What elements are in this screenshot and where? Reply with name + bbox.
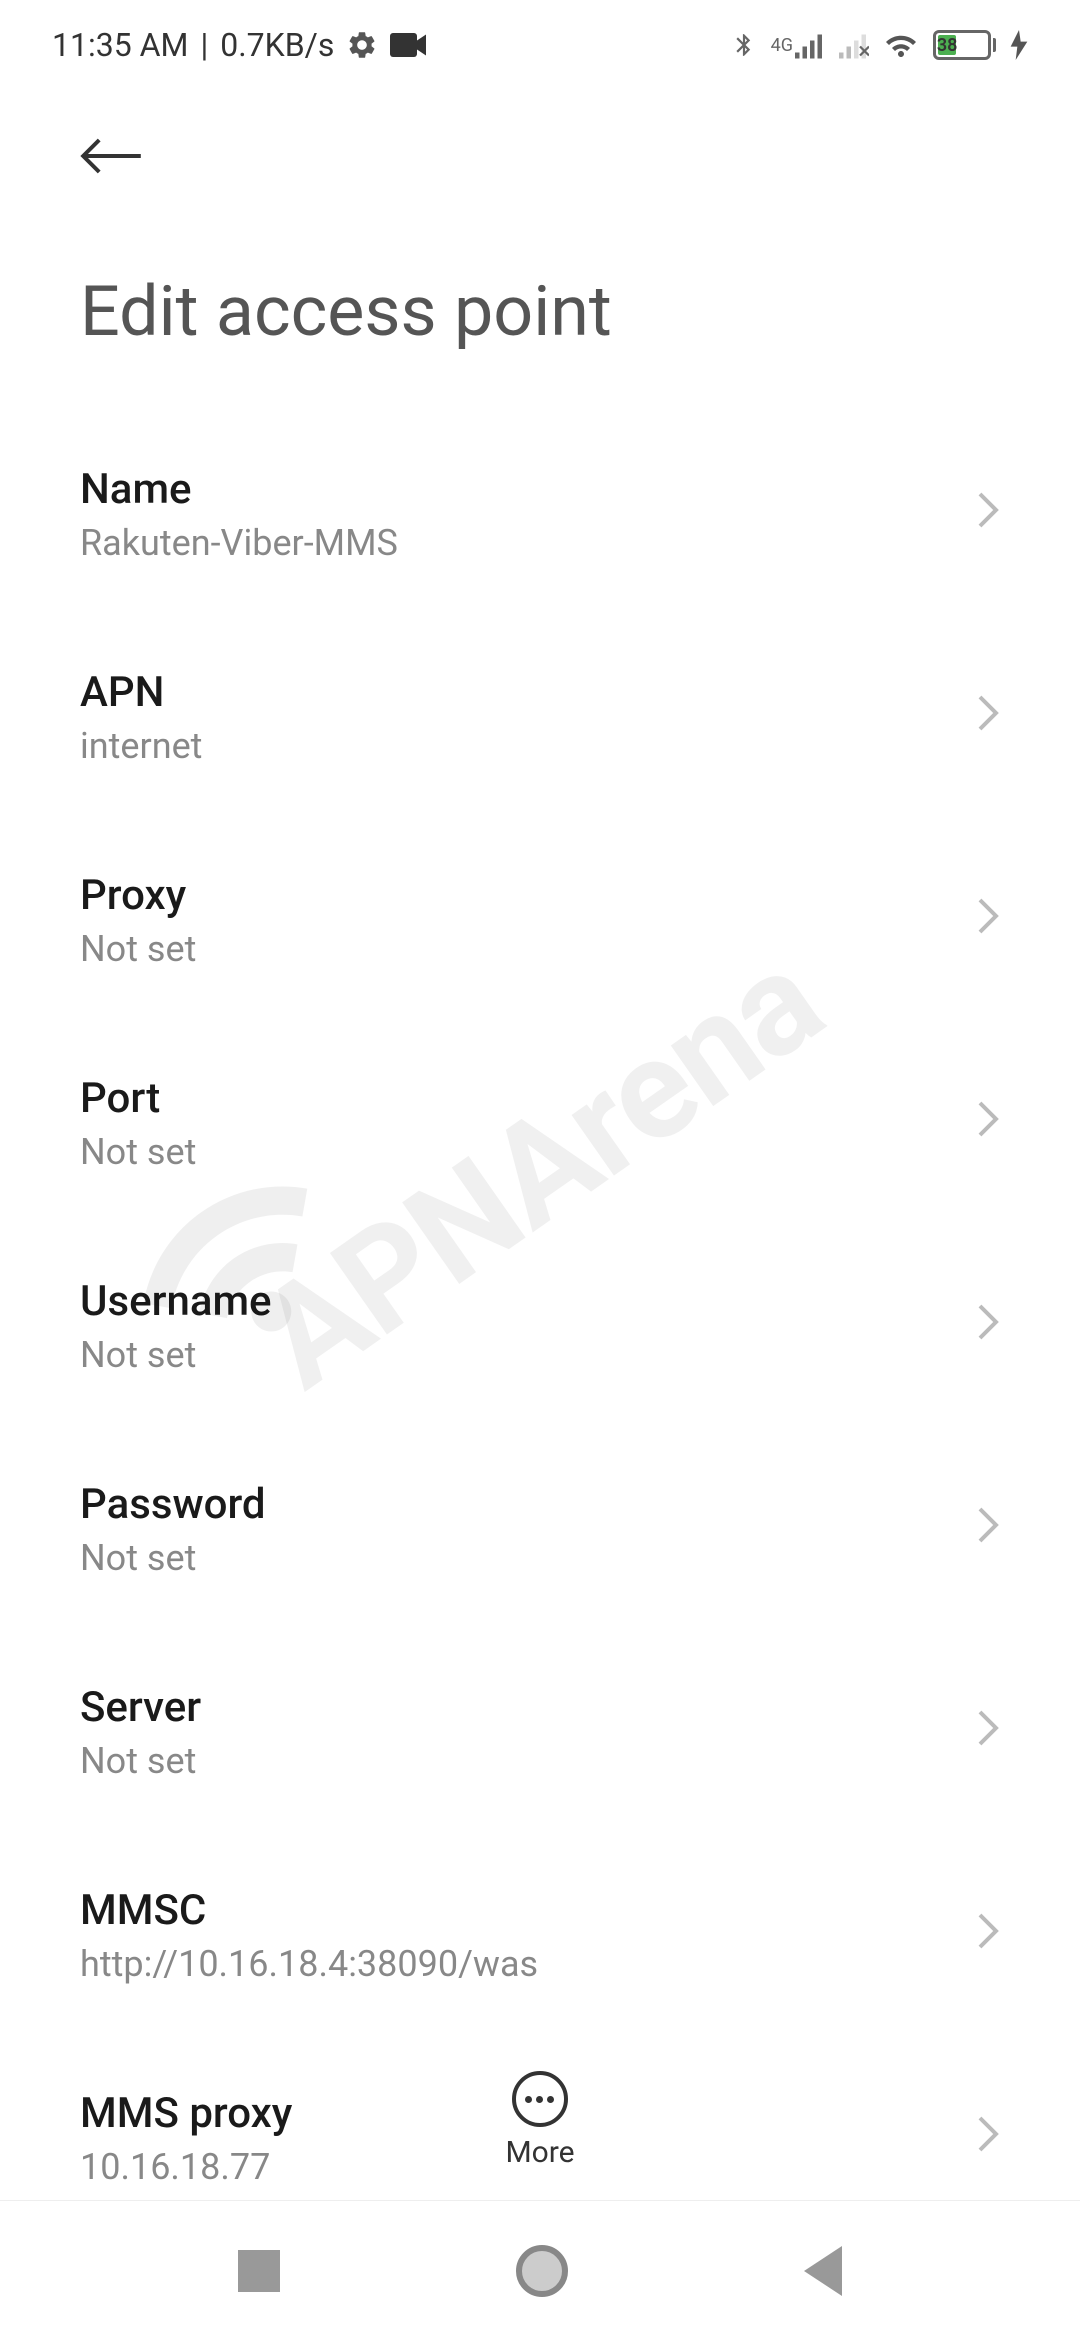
status-bar: 11:35 AM | 0.7KB/s 4G 38 bbox=[0, 0, 1080, 90]
back-button[interactable] bbox=[80, 130, 144, 191]
camera-icon bbox=[390, 32, 426, 58]
setting-value: internet bbox=[80, 725, 956, 767]
setting-mmsc[interactable]: MMSC http://10.16.18.4:38090/was bbox=[80, 1834, 1000, 2037]
setting-value: Not set bbox=[80, 928, 956, 970]
setting-name[interactable]: Name Rakuten-Viber-MMS bbox=[80, 413, 1000, 616]
setting-username[interactable]: Username Not set bbox=[80, 1225, 1000, 1428]
chevron-right-icon bbox=[976, 1099, 1000, 1149]
chevron-right-icon bbox=[976, 896, 1000, 946]
setting-label: APN bbox=[80, 668, 956, 717]
nav-back-button[interactable] bbox=[804, 2246, 842, 2296]
status-data-rate: 0.7KB/s bbox=[220, 26, 334, 64]
setting-label: Password bbox=[80, 1480, 956, 1529]
nav-bar bbox=[0, 2200, 1080, 2340]
settings-list: Name Rakuten-Viber-MMS APN internet Prox… bbox=[0, 413, 1080, 2213]
battery-percent: 38 bbox=[938, 35, 956, 55]
more-icon bbox=[512, 2071, 568, 2127]
setting-label: Port bbox=[80, 1074, 956, 1123]
setting-proxy[interactable]: Proxy Not set bbox=[80, 819, 1000, 1022]
bluetooth-icon bbox=[731, 28, 757, 62]
bottom-actions: More bbox=[0, 2041, 1080, 2200]
signal-4g-icon: 4G bbox=[771, 31, 825, 59]
chevron-right-icon bbox=[976, 1505, 1000, 1555]
setting-port[interactable]: Port Not set bbox=[80, 1022, 1000, 1225]
setting-server[interactable]: Server Not set bbox=[80, 1631, 1000, 1834]
chevron-right-icon bbox=[976, 693, 1000, 743]
battery-icon: 38 bbox=[933, 30, 996, 60]
header: Edit access point bbox=[0, 90, 1080, 413]
signal-nosim-icon bbox=[839, 31, 869, 59]
setting-password[interactable]: Password Not set bbox=[80, 1428, 1000, 1631]
setting-label: Name bbox=[80, 465, 956, 514]
nav-home-button[interactable] bbox=[516, 2245, 568, 2297]
setting-apn[interactable]: APN internet bbox=[80, 616, 1000, 819]
chevron-right-icon bbox=[976, 1911, 1000, 1961]
setting-value: Not set bbox=[80, 1131, 956, 1173]
status-time: 11:35 AM bbox=[52, 26, 188, 64]
setting-value: Not set bbox=[80, 1537, 956, 1579]
setting-value: Rakuten-Viber-MMS bbox=[80, 522, 956, 564]
setting-label: Server bbox=[80, 1683, 956, 1732]
setting-label: Proxy bbox=[80, 871, 956, 920]
more-label: More bbox=[505, 2135, 574, 2170]
nav-recent-button[interactable] bbox=[238, 2250, 280, 2292]
wifi-icon bbox=[883, 30, 919, 60]
charging-icon bbox=[1010, 30, 1028, 60]
status-left: 11:35 AM | 0.7KB/s bbox=[52, 26, 426, 64]
setting-value: Not set bbox=[80, 1740, 956, 1782]
settings-icon bbox=[346, 29, 378, 61]
chevron-right-icon bbox=[976, 1708, 1000, 1758]
status-right: 4G 38 bbox=[731, 28, 1028, 62]
setting-value: Not set bbox=[80, 1334, 956, 1376]
setting-value: http://10.16.18.4:38090/was bbox=[80, 1943, 956, 1985]
setting-label: MMSC bbox=[80, 1886, 956, 1935]
setting-label: Username bbox=[80, 1277, 956, 1326]
chevron-right-icon bbox=[976, 490, 1000, 540]
chevron-right-icon bbox=[976, 1302, 1000, 1352]
page-title: Edit access point bbox=[80, 271, 1000, 353]
status-separator: | bbox=[200, 26, 208, 64]
more-button[interactable]: More bbox=[505, 2071, 574, 2170]
